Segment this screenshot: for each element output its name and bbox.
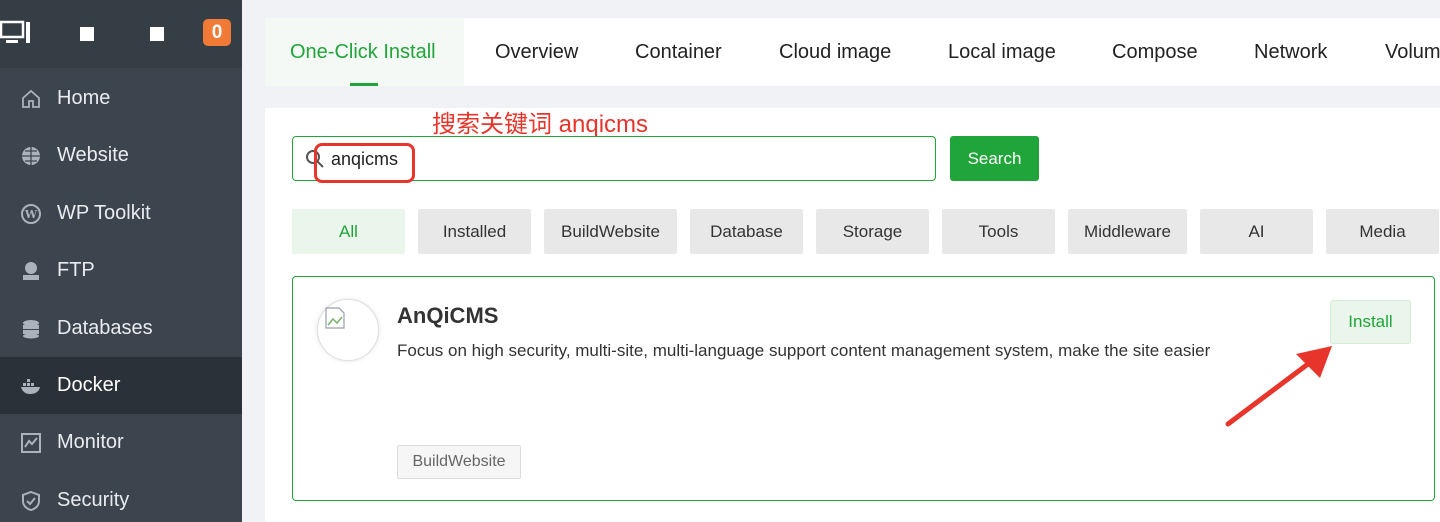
- wordpress-icon: W: [20, 203, 42, 225]
- globe-icon: [20, 145, 42, 167]
- filter-ai[interactable]: AI: [1200, 209, 1313, 254]
- filter-database[interactable]: Database: [690, 209, 803, 254]
- sidebar-item-wp-toolkit[interactable]: W WP Toolkit: [0, 185, 242, 242]
- tab-network[interactable]: Network: [1254, 18, 1327, 86]
- tab-cloud-image[interactable]: Cloud image: [779, 18, 891, 86]
- sidebar-item-label: Monitor: [57, 431, 124, 453]
- broken-image-icon: [325, 307, 345, 329]
- tab-label: One-Click Install: [290, 41, 436, 63]
- sidebar-item-home[interactable]: Home: [0, 70, 242, 127]
- sidebar-item-security[interactable]: Security: [0, 472, 242, 522]
- annotation-arrow: [1225, 346, 1332, 427]
- sidebar-item-databases[interactable]: Databases: [0, 300, 242, 357]
- filter-installed[interactable]: Installed: [418, 209, 531, 254]
- shield-icon: [20, 490, 42, 512]
- filter-media[interactable]: Media: [1326, 209, 1439, 254]
- app-name: AnQiCMS: [397, 303, 499, 328]
- docker-tab-bar: One-Click Install Overview Container Clo…: [265, 18, 1440, 86]
- sidebar-item-label: Security: [57, 489, 130, 511]
- tab-overview[interactable]: Overview: [495, 18, 578, 86]
- sidebar-item-docker[interactable]: Docker: [0, 357, 242, 414]
- server-name-block: [80, 27, 94, 41]
- sidebar-item-label: WP Toolkit: [57, 202, 151, 224]
- tab-volume[interactable]: Volum: [1385, 18, 1440, 86]
- sidebar-item-label: FTP: [57, 259, 95, 281]
- tab-container[interactable]: Container: [635, 18, 722, 86]
- sidebar-item-ftp[interactable]: FTP: [0, 242, 242, 299]
- sidebar-item-monitor[interactable]: Monitor: [0, 414, 242, 471]
- app-tag: BuildWebsite: [397, 445, 521, 479]
- tab-local-image[interactable]: Local image: [948, 18, 1056, 86]
- notification-badge[interactable]: 0: [203, 19, 231, 46]
- filter-all[interactable]: All: [292, 209, 405, 254]
- tab-compose[interactable]: Compose: [1112, 18, 1198, 86]
- server-monitor-icon: [0, 20, 30, 43]
- sidebar-item-label: Home: [57, 87, 111, 109]
- annotation-text: 搜索关键词 anqicms: [432, 111, 649, 138]
- tab-one-click-install[interactable]: One-Click Install: [265, 18, 464, 86]
- filter-buildwebsite[interactable]: BuildWebsite: [544, 209, 677, 254]
- search-button[interactable]: Search: [950, 136, 1039, 181]
- home-icon: [20, 88, 42, 110]
- app-description: Focus on high security, multi-site, mult…: [397, 341, 1211, 360]
- sidebar-item-label: Docker: [57, 374, 121, 396]
- install-button[interactable]: Install: [1330, 300, 1411, 344]
- ftp-icon: [20, 260, 42, 282]
- sidebar: 0 Home Website W WP Toolkit FTP Database…: [0, 0, 242, 522]
- filter-middleware[interactable]: Middleware: [1068, 209, 1187, 254]
- annotation-highlight-box: [314, 143, 415, 183]
- sidebar-item-label: Databases: [57, 317, 153, 339]
- filter-storage[interactable]: Storage: [816, 209, 929, 254]
- database-icon: [20, 318, 42, 340]
- active-tab-indicator: [350, 83, 378, 86]
- filter-tools[interactable]: Tools: [942, 209, 1055, 254]
- docker-icon: [20, 375, 42, 397]
- sidebar-header: 0: [0, 0, 242, 68]
- sidebar-item-website[interactable]: Website: [0, 127, 242, 184]
- search-input[interactable]: [331, 145, 911, 173]
- server-name-block: [150, 27, 164, 41]
- sidebar-item-label: Website: [57, 144, 129, 166]
- svg-text:W: W: [24, 208, 38, 221]
- monitor-icon: [20, 432, 42, 454]
- app-logo: [317, 299, 379, 361]
